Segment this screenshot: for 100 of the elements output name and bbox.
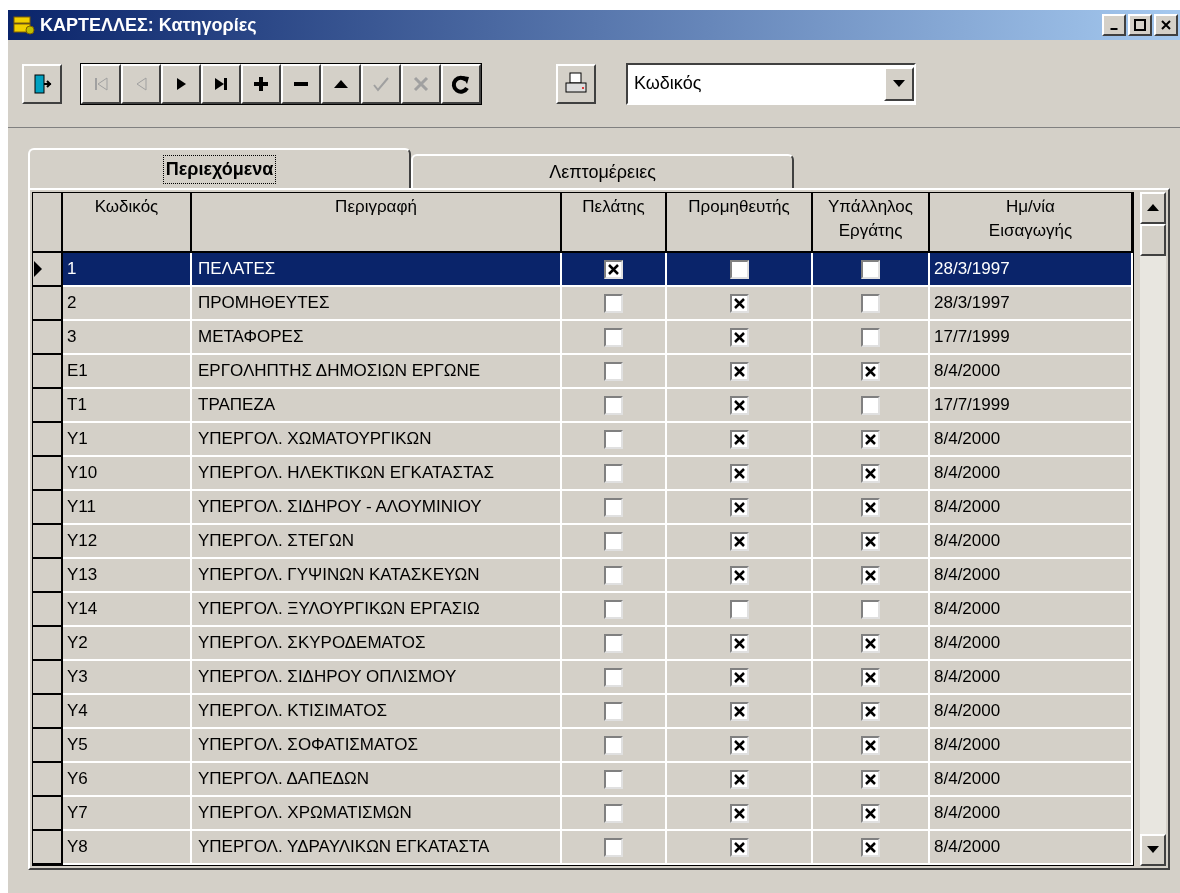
tab[interactable]: Λεπτομέρειες bbox=[411, 154, 794, 188]
column-header[interactable]: Κωδικός bbox=[63, 193, 192, 251]
checkbox[interactable] bbox=[861, 429, 880, 449]
checkbox[interactable] bbox=[604, 667, 623, 687]
row-indicator[interactable] bbox=[33, 321, 63, 355]
scrollbar-thumb[interactable] bbox=[1140, 224, 1166, 256]
row-indicator[interactable] bbox=[33, 457, 63, 491]
checkbox[interactable] bbox=[729, 667, 749, 687]
checkbox[interactable] bbox=[861, 769, 880, 789]
tab[interactable]: Περιεχόμενα bbox=[28, 148, 411, 188]
checkbox[interactable] bbox=[861, 395, 880, 415]
x-mark-icon bbox=[865, 637, 876, 649]
checkbox[interactable] bbox=[861, 633, 880, 653]
row-indicator[interactable] bbox=[33, 831, 63, 865]
checkbox[interactable] bbox=[729, 327, 749, 347]
column-header[interactable]: Προμηθευτής bbox=[667, 193, 813, 251]
row-indicator[interactable] bbox=[33, 287, 63, 321]
checkbox[interactable] bbox=[604, 327, 623, 347]
checkbox[interactable] bbox=[729, 463, 749, 483]
checkbox[interactable] bbox=[861, 327, 880, 347]
checkbox[interactable] bbox=[604, 463, 623, 483]
toolbar-button[interactable] bbox=[161, 63, 201, 104]
checkbox[interactable] bbox=[729, 837, 749, 857]
checkbox[interactable] bbox=[729, 497, 749, 517]
checkbox[interactable] bbox=[861, 531, 880, 551]
checkbox[interactable] bbox=[604, 803, 623, 823]
toolbar-button[interactable] bbox=[441, 63, 481, 104]
checkbox[interactable] bbox=[729, 803, 749, 823]
checkbox[interactable] bbox=[604, 701, 623, 721]
vertical-scrollbar[interactable] bbox=[1140, 192, 1166, 866]
checkbox[interactable] bbox=[861, 497, 880, 517]
row-indicator[interactable] bbox=[33, 797, 63, 831]
close-button[interactable] bbox=[1154, 14, 1178, 36]
toolbar-button[interactable] bbox=[321, 63, 361, 104]
checkbox[interactable] bbox=[729, 701, 749, 721]
toolbar-button[interactable] bbox=[281, 63, 321, 104]
checkbox[interactable] bbox=[729, 395, 749, 415]
checkbox[interactable] bbox=[729, 259, 749, 279]
row-indicator[interactable] bbox=[33, 525, 63, 559]
checkbox[interactable] bbox=[604, 735, 623, 755]
checkbox[interactable] bbox=[861, 463, 880, 483]
row-indicator[interactable] bbox=[33, 389, 63, 423]
row-indicator[interactable] bbox=[33, 661, 63, 695]
row-indicator[interactable] bbox=[33, 593, 63, 627]
checkbox[interactable] bbox=[861, 667, 880, 687]
toolbar-button[interactable] bbox=[241, 63, 281, 104]
checkbox[interactable] bbox=[604, 361, 623, 381]
checkbox[interactable] bbox=[861, 293, 880, 313]
checkbox[interactable] bbox=[604, 531, 623, 551]
table-cell: Υ5 bbox=[63, 729, 192, 763]
checkbox[interactable] bbox=[729, 633, 749, 653]
row-indicator[interactable] bbox=[33, 491, 63, 525]
checkbox[interactable] bbox=[604, 259, 623, 279]
checkbox[interactable] bbox=[604, 769, 623, 789]
row-indicator[interactable] bbox=[33, 729, 63, 763]
checkbox[interactable] bbox=[604, 429, 623, 449]
checkbox[interactable] bbox=[861, 701, 880, 721]
column-header[interactable]: Περιγραφή bbox=[192, 193, 562, 251]
column-header[interactable]: Ημ/νία Εισαγωγής bbox=[930, 193, 1133, 251]
maximize-icon bbox=[1134, 19, 1146, 31]
toolbar-button[interactable] bbox=[556, 63, 596, 104]
checkbox[interactable] bbox=[604, 837, 623, 857]
table-cell: ΠΡΟΜΗΘΕΥΤΕΣ bbox=[192, 287, 562, 321]
checkbox[interactable] bbox=[604, 599, 623, 619]
row-indicator[interactable] bbox=[33, 763, 63, 797]
checkbox[interactable] bbox=[729, 769, 749, 789]
row-indicator[interactable] bbox=[33, 627, 63, 661]
caret-icon bbox=[893, 79, 905, 88]
toolbar-button[interactable] bbox=[22, 63, 62, 104]
checkbox[interactable] bbox=[729, 293, 749, 313]
sort-dropdown[interactable]: Κωδικός bbox=[626, 62, 916, 105]
row-indicator[interactable] bbox=[33, 559, 63, 593]
checkbox[interactable] bbox=[861, 565, 880, 585]
checkbox[interactable] bbox=[604, 293, 623, 313]
checkbox[interactable] bbox=[729, 429, 749, 449]
checkbox[interactable] bbox=[861, 259, 880, 279]
row-indicator[interactable] bbox=[33, 695, 63, 729]
checkbox[interactable] bbox=[861, 735, 880, 755]
checkbox[interactable] bbox=[729, 599, 749, 619]
checkbox[interactable] bbox=[729, 361, 749, 381]
checkbox[interactable] bbox=[604, 395, 623, 415]
checkbox[interactable] bbox=[729, 735, 749, 755]
minimize-button[interactable] bbox=[1102, 14, 1126, 36]
checkbox[interactable] bbox=[604, 565, 623, 585]
column-header[interactable]: Υπάλληλος Εργάτης bbox=[813, 193, 930, 251]
checkbox[interactable] bbox=[604, 633, 623, 653]
maximize-button[interactable] bbox=[1128, 14, 1152, 36]
checkbox[interactable] bbox=[604, 497, 623, 517]
checkbox[interactable] bbox=[861, 803, 880, 823]
door-exit-icon bbox=[31, 72, 53, 95]
toolbar-button[interactable] bbox=[201, 63, 241, 104]
checkbox[interactable] bbox=[861, 599, 880, 619]
column-header[interactable]: Πελάτης bbox=[562, 193, 667, 251]
checkbox[interactable] bbox=[729, 531, 749, 551]
row-indicator[interactable] bbox=[33, 355, 63, 389]
row-indicator[interactable] bbox=[33, 423, 63, 457]
checkbox[interactable] bbox=[861, 361, 880, 381]
checkbox[interactable] bbox=[729, 565, 749, 585]
checkbox[interactable] bbox=[861, 837, 880, 857]
table-cell: ΥΠΕΡΓΟΛ. ΥΔΡΑΥΛΙΚΩΝ ΕΓΚΑΤΑΣΤΑ bbox=[192, 831, 562, 865]
